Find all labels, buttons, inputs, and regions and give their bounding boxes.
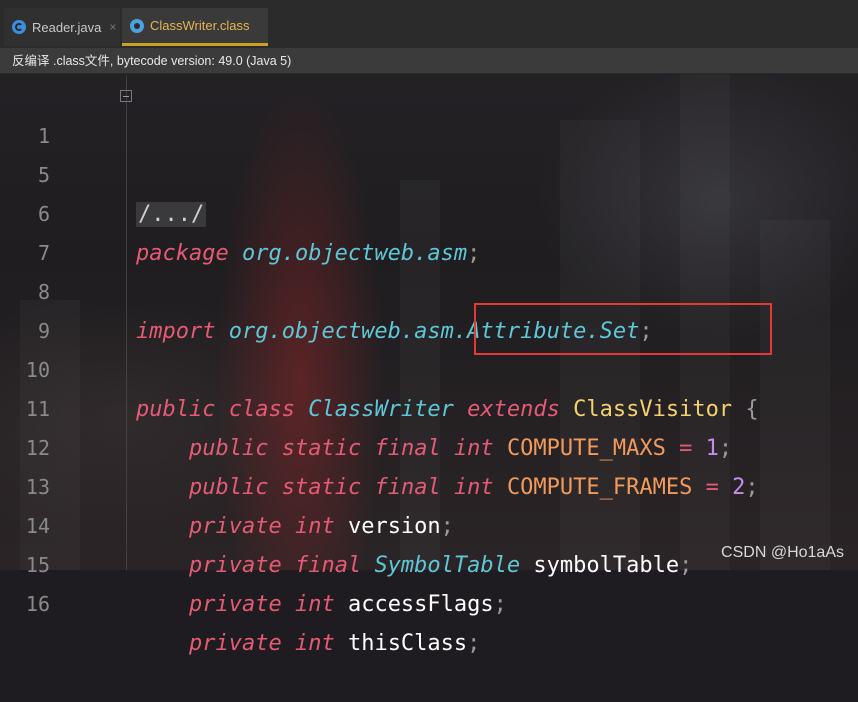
tab-bar: Reader.java × ClassWriter.class xyxy=(0,0,858,48)
class-file-icon xyxy=(130,18,144,33)
code-line: 11 public static final int COMPUTE_MAXS … xyxy=(0,351,858,461)
tab-label: ClassWriter.class xyxy=(150,18,250,33)
code-line: 14 private final SymbolTable symbolTable… xyxy=(0,468,858,578)
close-icon[interactable]: × xyxy=(109,20,116,34)
code-line: 12 public static final int COMPUTE_FRAME… xyxy=(0,390,858,500)
semicolon: ; xyxy=(493,592,507,617)
line-number: 16 xyxy=(25,592,50,616)
fold-toggle-icon[interactable] xyxy=(120,90,132,102)
code-line: 8 import org.objectweb.asm.Attribute.Set… xyxy=(0,234,858,344)
code-line: 5 xyxy=(0,117,858,187)
keyword: private xyxy=(188,592,282,617)
field-name: accessFlags xyxy=(347,592,494,617)
code-line: 1 /.../ xyxy=(0,78,858,227)
semicolon: ; xyxy=(467,631,481,656)
field-name: thisClass xyxy=(347,631,468,656)
java-class-icon xyxy=(12,20,26,34)
watermark: CSDN @Ho1aAs xyxy=(721,544,844,561)
decompiled-info-bar: 反编译 .class文件, bytecode version: 49.0 (Ja… xyxy=(0,48,858,74)
code-line: 15 private int accessFlags; xyxy=(0,507,858,617)
tab-classwriter-class[interactable]: ClassWriter.class xyxy=(122,8,268,46)
tab-label: Reader.java xyxy=(32,19,102,35)
keyword: int xyxy=(294,592,335,617)
code-line: 13 private int version; xyxy=(0,429,858,539)
code-line: 7 xyxy=(0,195,858,265)
keyword: private xyxy=(188,631,282,656)
keyword: int xyxy=(294,631,335,656)
annotation-highlight-box xyxy=(474,303,772,355)
code-line: 6 package org.objectweb.asm; xyxy=(0,156,858,266)
tab-reader-java[interactable]: Reader.java × xyxy=(4,8,120,46)
